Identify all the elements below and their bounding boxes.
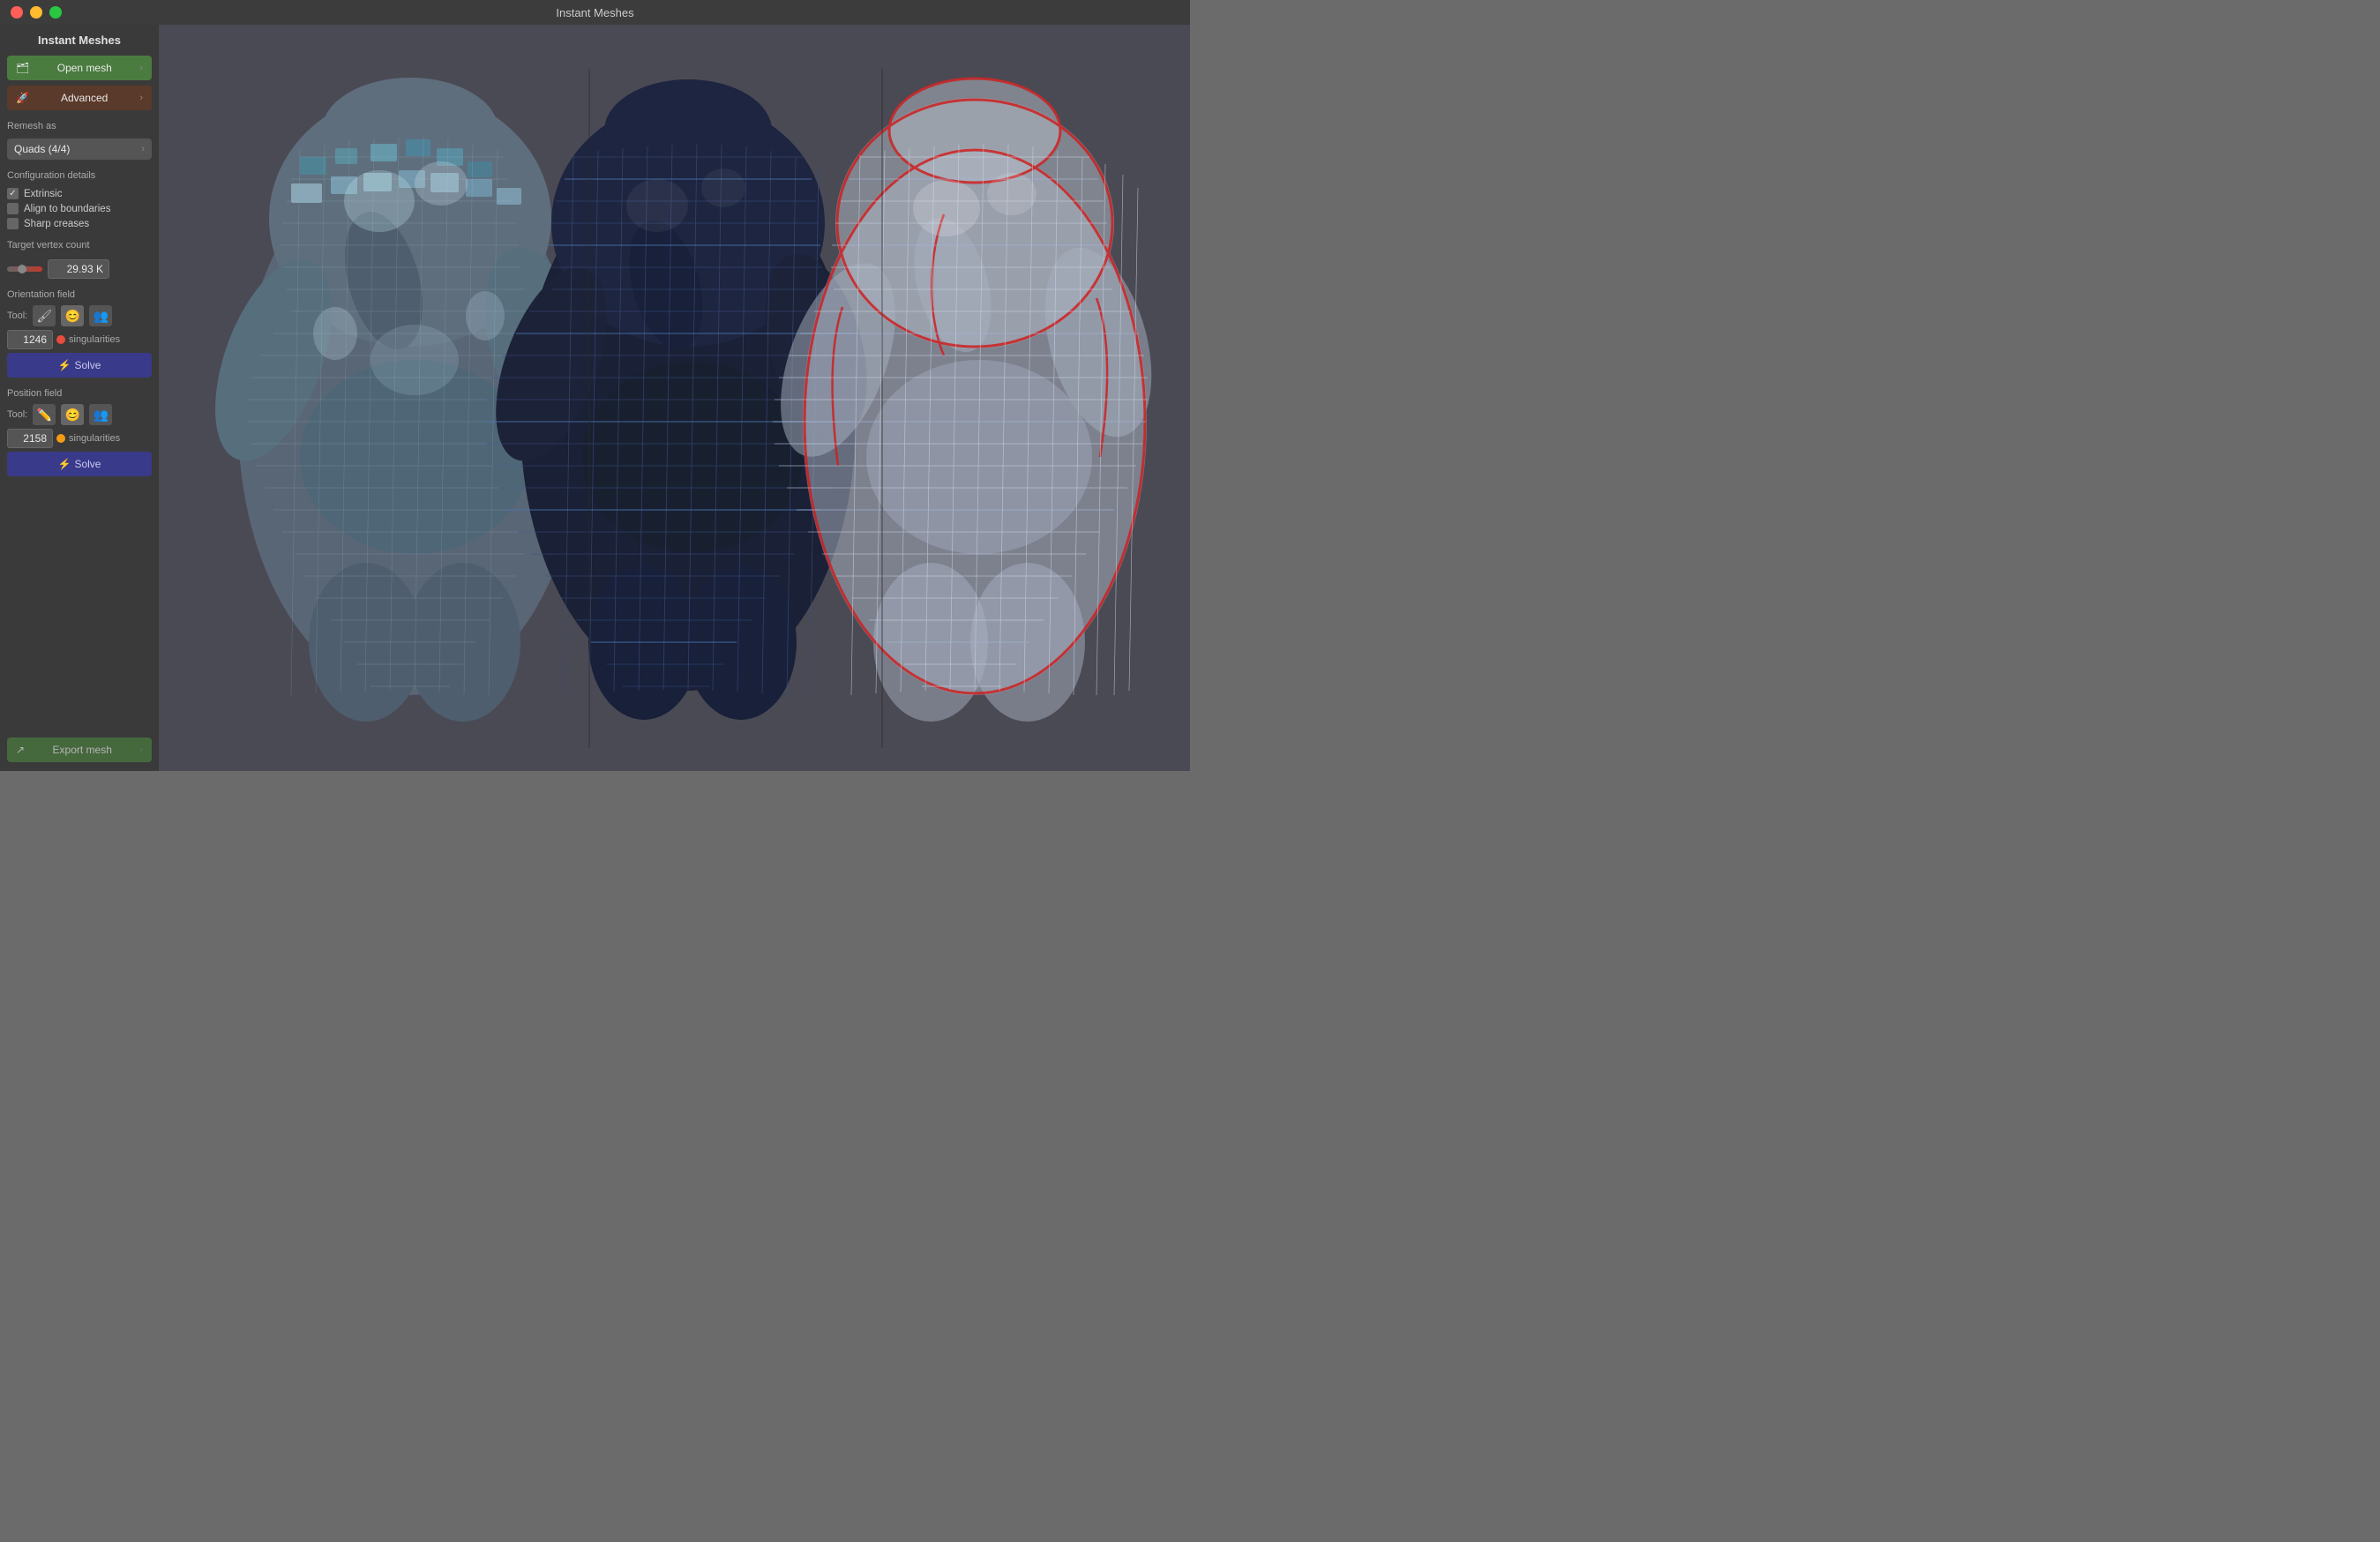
export-icon: ↗ [16,744,25,756]
advanced-label: Advanced [61,92,108,104]
extrinsic-checkbox[interactable] [7,188,19,199]
align-boundaries-checkbox[interactable] [7,203,19,214]
maximize-button[interactable] [49,6,62,19]
remesh-as-label: Remesh as [7,121,152,131]
window-title: Instant Meshes [556,6,633,19]
orientation-solve-button[interactable]: ⚡ Solve [7,353,152,378]
position-solve-label: Solve [74,458,101,470]
remesh-chevron-icon: › [141,144,145,154]
advanced-button[interactable]: 🚀 Advanced › [7,86,152,110]
orientation-tool-row: Tool: 🖌 😊 👥 [7,305,152,326]
ganesha-container [159,25,1190,771]
orientation-singularity-count[interactable] [7,330,53,349]
sidebar-title: Instant Meshes [7,34,152,47]
export-chevron-icon: › [139,745,143,755]
extrinsic-checkbox-row[interactable]: Extrinsic [7,188,152,199]
window-controls[interactable] [11,6,62,19]
position-tool-pen[interactable]: ✏️ [33,404,56,425]
position-tool-select[interactable]: 👥 [89,404,112,425]
viewport[interactable] [159,25,1190,771]
position-tool-smooth[interactable]: 😊 [61,404,84,425]
position-singularity-label: singularities [69,433,120,444]
orientation-tool-select[interactable]: 👥 [89,305,112,326]
sharp-creases-label: Sharp creases [24,219,89,229]
sharp-creases-checkbox-row[interactable]: Sharp creases [7,218,152,229]
position-solve-button[interactable]: ⚡ Solve [7,452,152,476]
orientation-tool-brush[interactable]: 🖌 [33,305,56,326]
sidebar: Instant Meshes 🗂 Open mesh › 🚀 Advanced … [0,25,159,771]
orientation-field-section: Orientation field Tool: 🖌 😊 👥 singularit… [7,284,152,378]
position-field-section: Position field Tool: ✏️ 😊 👥 singularitie… [7,383,152,476]
minimize-button[interactable] [30,6,42,19]
orientation-tool-smooth[interactable]: 😊 [61,305,84,326]
remesh-as-dropdown[interactable]: Quads (4/4) › [7,138,152,160]
advanced-chevron-icon: › [139,93,143,103]
advanced-icon: 🚀 [16,92,29,104]
vertex-slider-thumb[interactable] [18,265,26,273]
align-boundaries-label: Align to boundaries [24,204,110,214]
orientation-singularity-row: singularities [7,330,152,349]
position-solve-lightning-icon: ⚡ [58,458,71,470]
orientation-singularity-label: singularities [69,334,120,345]
remesh-as-value: Quads (4/4) [14,143,70,155]
app-body: Instant Meshes 🗂 Open mesh › 🚀 Advanced … [0,25,1190,771]
target-vertex-row [7,259,152,279]
open-mesh-label: Open mesh [57,62,112,74]
position-tool-label: Tool: [7,409,27,420]
export-label: Export mesh [53,744,112,756]
open-mesh-icon: 🗂 [16,62,29,74]
viewport-svg [159,25,1190,771]
vertex-count-input[interactable] [48,259,109,279]
vertex-slider[interactable] [7,266,42,272]
close-button[interactable] [11,6,23,19]
config-details: Extrinsic Align to boundaries Sharp crea… [7,188,152,229]
title-bar: Instant Meshes [0,0,1190,25]
position-singularity-row: singularities [7,429,152,448]
orientation-singularity-dot [56,335,65,344]
open-mesh-button[interactable]: 🗂 Open mesh › [7,56,152,80]
align-boundaries-checkbox-row[interactable]: Align to boundaries [7,203,152,214]
position-field-label: Position field [7,388,152,399]
position-singularity-dot [56,434,65,443]
position-singularity-count[interactable] [7,429,53,448]
orientation-field-label: Orientation field [7,289,152,300]
open-mesh-chevron-icon: › [139,63,143,73]
orientation-solve-lightning-icon: ⚡ [58,359,71,371]
orientation-solve-label: Solve [74,359,101,371]
export-mesh-button[interactable]: ↗ Export mesh › [7,737,152,762]
sharp-creases-checkbox[interactable] [7,218,19,229]
target-vertex-label: Target vertex count [7,240,152,251]
extrinsic-label: Extrinsic [24,189,62,199]
orientation-tool-label: Tool: [7,311,27,321]
config-details-label: Configuration details [7,170,152,181]
position-tool-row: Tool: ✏️ 😊 👥 [7,404,152,425]
